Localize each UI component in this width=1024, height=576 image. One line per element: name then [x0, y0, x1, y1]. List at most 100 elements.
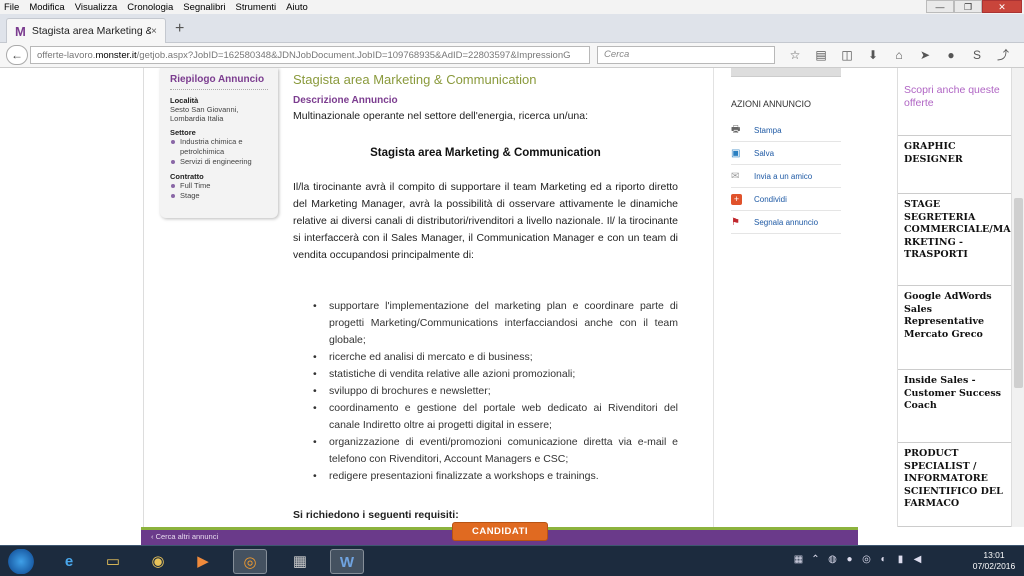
- related-job-link[interactable]: Inside Sales - Customer Success Coach: [898, 370, 1011, 443]
- tray-icon[interactable]: ◎: [858, 554, 875, 565]
- share-icon[interactable]: ⤴: [990, 46, 1016, 64]
- pocket-icon[interactable]: ◫: [834, 46, 860, 64]
- scrollbar-thumb[interactable]: [1014, 198, 1023, 388]
- clock-date: 07/02/2016: [972, 561, 1016, 571]
- home-icon[interactable]: ⌂: [886, 46, 912, 64]
- print-action[interactable]: 🖶 Stampa: [731, 119, 841, 142]
- word-icon[interactable]: W: [330, 549, 364, 574]
- sector-list: Industria chimica e petrolchimica Serviz…: [170, 137, 268, 167]
- divider: [713, 68, 714, 527]
- file-explorer-icon[interactable]: ▭: [96, 549, 130, 574]
- close-window-button[interactable]: ✕: [982, 0, 1022, 13]
- url-path: /getjob.aspx?JobID=162580348&JDNJobDocum…: [136, 49, 571, 61]
- tab-bar: M Stagista area Marketing & ... × +: [0, 14, 1024, 43]
- list-item: Industria chimica e petrolchimica: [170, 137, 268, 157]
- network-icon[interactable]: ▮: [892, 554, 909, 565]
- related-heading: Scopri anche queste offerte: [898, 68, 1011, 136]
- related-job-link[interactable]: STAGE SEGRETERIA COMMERCIALE/MA RKETING …: [898, 194, 1011, 286]
- tray-icon[interactable]: ●: [841, 554, 858, 565]
- related-jobs: Scopri anche queste offerte GRAPHIC DESI…: [897, 68, 1011, 527]
- menu-segnalibri[interactable]: Segnalibri: [178, 2, 230, 13]
- url-bar[interactable]: offerte-lavoro. monster.it/getjob.aspx?Jo…: [30, 46, 590, 64]
- job-summary-box: Riepilogo Annuncio Località Sesto San Gi…: [160, 68, 278, 218]
- toolbar-icons: ☆ ▤ ◫ ⬇ ⌂ ➤ ● S ⤴ ≡: [782, 46, 1024, 64]
- tab-job-listing[interactable]: M Stagista area Marketing & ... ×: [6, 18, 166, 43]
- divider: [143, 68, 144, 527]
- menu-bar: File Modifica Visualizza Cronologia Segn…: [0, 0, 1024, 14]
- scrollbar[interactable]: [1011, 68, 1024, 527]
- navigation-bar: ← offerte-lavoro. monster.it/getjob.aspx?…: [0, 43, 1024, 68]
- position-title: Stagista area Marketing & Communication: [370, 147, 601, 159]
- list-item: sviluppo di brochures e newsletter;: [313, 383, 678, 400]
- actions-heading: AZIONI ANNUNCIO: [731, 99, 812, 109]
- windows-taskbar: e ▭ ◉ ▶ ◎ ▦ W ▦ ⌃ ◍ ● ◎ ◐ ▮ ◀ 13:01 07/0…: [0, 545, 1024, 576]
- send-to-friend-action[interactable]: ✉ Invia a un amico: [731, 165, 841, 188]
- requirements-heading: Si richiedono i seguenti requisiti:: [293, 509, 459, 521]
- clock[interactable]: 13:01 07/02/2016: [968, 550, 1020, 572]
- report-action[interactable]: ⚑ Segnala annuncio: [731, 211, 841, 234]
- menu-aiuto[interactable]: Aiuto: [281, 2, 313, 13]
- share-action[interactable]: + Condividi: [731, 188, 841, 211]
- system-tray: ▦ ⌃ ◍ ● ◎ ◐ ▮ ◀: [790, 554, 926, 565]
- envelope-icon: ✉: [731, 170, 740, 182]
- firefox-icon[interactable]: ◎: [233, 549, 267, 574]
- related-job-link[interactable]: PRODUCT SPECIALIST / INFORMATORE SCIENTI…: [898, 443, 1011, 527]
- floppy-disk-icon: ▣: [731, 147, 741, 159]
- list-item: statistiche di vendita relative alle azi…: [313, 366, 678, 383]
- download-icon[interactable]: ⬇: [860, 46, 886, 64]
- job-description: Stagista area Marketing & Communication …: [293, 68, 678, 521]
- chrome-icon[interactable]: ◉: [141, 549, 175, 574]
- contract-label: Contratto: [170, 172, 204, 181]
- related-job-link[interactable]: Google AdWords Sales Representative Merc…: [898, 286, 1011, 370]
- new-tab-button[interactable]: +: [175, 20, 184, 38]
- search-more-link[interactable]: ‹ Cerca altri annunci: [151, 532, 218, 541]
- save-action[interactable]: ▣ Salva: [731, 142, 841, 165]
- action-label[interactable]: Salva: [754, 149, 774, 158]
- skype-icon[interactable]: S: [964, 46, 990, 64]
- action-label[interactable]: Segnala annuncio: [754, 218, 818, 227]
- page-content: Riepilogo Annuncio Località Sesto San Gi…: [0, 68, 1024, 527]
- description-heading: Descrizione Annuncio: [293, 95, 398, 106]
- list-item: organizzazione di eventi/promozioni comu…: [313, 434, 678, 468]
- minimize-button[interactable]: —: [926, 0, 954, 13]
- apply-button[interactable]: CANDIDATI: [452, 522, 548, 541]
- printer-icon: 🖶: [731, 123, 741, 135]
- tray-app-icon[interactable]: ▦: [790, 554, 807, 565]
- search-input[interactable]: Cerca: [597, 46, 775, 64]
- action-label[interactable]: Stampa: [754, 126, 782, 135]
- action-label[interactable]: Invia a un amico: [754, 172, 812, 181]
- internet-explorer-icon[interactable]: e: [52, 549, 86, 574]
- menu-visualizza[interactable]: Visualizza: [70, 2, 123, 13]
- tray-chevron-icon[interactable]: ⌃: [807, 554, 824, 565]
- tray-icon[interactable]: ◐: [875, 554, 892, 565]
- menu-modifica[interactable]: Modifica: [24, 2, 69, 13]
- maximize-button[interactable]: ❐: [954, 0, 982, 13]
- media-player-icon[interactable]: ▶: [186, 549, 220, 574]
- list-item: coordinamento e gestione del portale web…: [313, 400, 678, 434]
- send-icon[interactable]: ➤: [912, 46, 938, 64]
- flag-icon: ⚑: [731, 216, 740, 228]
- actions-top-bar: [731, 68, 841, 77]
- volume-icon[interactable]: ◀: [909, 554, 926, 565]
- intro-text: Multinazionale operante nel settore dell…: [293, 110, 589, 122]
- monster-favicon-icon: M: [15, 23, 26, 39]
- tray-icon[interactable]: ◍: [824, 554, 841, 565]
- action-label[interactable]: Condividi: [754, 195, 787, 204]
- page-title: Stagista area Marketing & Communication: [293, 72, 537, 87]
- hamburger-menu-icon[interactable]: ≡: [1016, 46, 1024, 64]
- start-button-icon[interactable]: [4, 549, 38, 574]
- url-host: monster.it: [95, 49, 137, 61]
- location-value: Sesto San Giovanni, Lombardia Italia: [170, 105, 239, 123]
- contract-list: Full Time Stage: [170, 181, 268, 201]
- url-prefix: offerte-lavoro.: [37, 49, 96, 61]
- back-button[interactable]: ←: [6, 45, 28, 65]
- menu-strumenti[interactable]: Strumenti: [231, 2, 282, 13]
- tab-close-icon[interactable]: ×: [151, 26, 165, 37]
- menu-cronologia[interactable]: Cronologia: [122, 2, 178, 13]
- chat-icon[interactable]: ●: [938, 46, 964, 64]
- related-job-link[interactable]: GRAPHIC DESIGNER: [898, 136, 1011, 194]
- menu-file[interactable]: File: [0, 2, 24, 13]
- reading-list-icon[interactable]: ▤: [808, 46, 834, 64]
- bookmark-star-icon[interactable]: ☆: [782, 46, 808, 64]
- app-icon[interactable]: ▦: [283, 549, 317, 574]
